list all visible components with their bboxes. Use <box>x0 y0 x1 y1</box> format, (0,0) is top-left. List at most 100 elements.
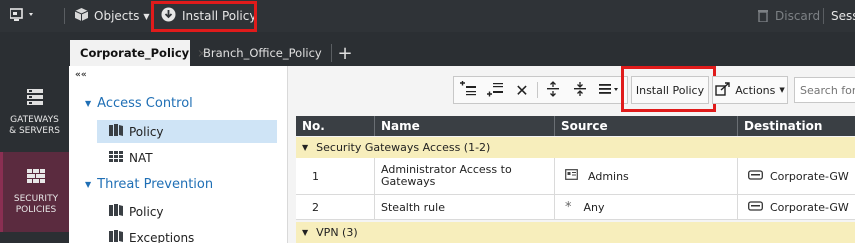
double-chevron-left-icon: «« <box>75 70 87 80</box>
nat-grid-icon <box>109 150 123 166</box>
nav-gateways-servers[interactable]: GATEWAYS & SERVERS <box>0 86 69 142</box>
gateway-icon <box>748 200 763 214</box>
policy-book-icon <box>109 204 123 220</box>
discard-button[interactable]: Discard <box>757 0 820 32</box>
discard-label: Discard <box>775 9 821 23</box>
tree-item-nat[interactable]: NAT <box>109 148 153 168</box>
rule-name-line: Stealth rule <box>381 200 445 214</box>
rule-destination[interactable]: Corporate-GW <box>738 195 855 220</box>
firewall-brick-icon <box>26 168 46 188</box>
tree-label: NAT <box>129 151 153 165</box>
policy-book-icon <box>109 230 123 243</box>
section-row[interactable]: ▼ Security Gateways Access (1-2) <box>296 137 855 158</box>
add-rule-above-icon <box>459 80 477 100</box>
add-tab-button[interactable]: + <box>331 40 359 66</box>
tree-label: Access Control <box>97 95 193 111</box>
tree-label: Exceptions <box>129 231 195 243</box>
admin-card-icon <box>565 169 578 183</box>
policy-tab-bar: Corporate_Policy × Branch_Office_Policy … <box>0 32 855 66</box>
objects-label: Objects <box>94 9 140 23</box>
collapse-sections-button[interactable] <box>567 77 593 103</box>
nav-label: SECURITY POLICIES <box>13 194 59 215</box>
session-label: Sess <box>831 9 855 23</box>
header-label: Destination <box>744 119 823 133</box>
any-asterisk-icon: * <box>565 199 572 215</box>
tree-threat-prevention[interactable]: ▼ Threat Prevention <box>85 174 213 194</box>
rule-name[interactable]: Stealth rule <box>375 195 555 220</box>
app-menu-icon <box>9 7 36 25</box>
server-icon <box>26 88 44 110</box>
delete-rule-button[interactable]: ✕ <box>509 77 535 103</box>
plus-icon: + <box>337 42 353 64</box>
header-label: Source <box>561 119 608 133</box>
tab-corporate-policy[interactable]: Corporate_Policy × <box>70 40 207 66</box>
add-rule-above-button[interactable] <box>455 77 481 103</box>
destination-label: Corporate-GW <box>770 200 849 214</box>
collapse-panel-button[interactable]: «« <box>75 70 87 80</box>
add-rule-below-icon <box>486 81 504 100</box>
chevron-down-icon: ▼ <box>779 86 785 94</box>
caret-down-icon: ▼ <box>302 143 309 152</box>
section-label: Security Gateways Access (1-2) <box>316 141 491 154</box>
source-label: Any <box>583 200 605 214</box>
actions-menu-button[interactable]: Actions ▼ <box>713 77 787 103</box>
policy-book-icon <box>109 123 123 140</box>
top-toolbar: Objects ▼ Install Policy Discard Sess <box>0 0 855 32</box>
nav-security-policies[interactable]: SECURITY POLICIES <box>0 152 69 232</box>
rule-source[interactable]: Admins <box>555 158 738 195</box>
caret-down-icon: ▼ <box>302 228 309 237</box>
toolbar-divider <box>537 82 538 98</box>
cube-icon <box>74 7 89 25</box>
tree-item-exceptions[interactable]: Exceptions <box>109 228 194 243</box>
destination-label: Corporate-GW <box>770 169 849 183</box>
delete-x-icon: ✕ <box>515 80 529 100</box>
chevron-down-icon: ▼ <box>143 11 150 21</box>
expand-sections-button[interactable] <box>540 77 566 103</box>
tree-item-policy[interactable]: Policy <box>97 120 277 143</box>
highlight-box <box>621 66 716 112</box>
policy-tree: «« ▼ Access Control Policy NAT ▼ Threat … <box>69 66 287 243</box>
toolbar-divider <box>64 8 65 24</box>
rule-source[interactable]: * Any <box>555 195 738 220</box>
highlight-box <box>151 1 257 32</box>
objects-menu[interactable]: Objects ▼ <box>74 0 150 32</box>
nav-label: GATEWAYS & SERVERS <box>9 115 60 136</box>
export-arrow-icon <box>715 81 731 99</box>
column-header-source[interactable]: Source <box>555 116 738 136</box>
rule-name[interactable]: Administrator Access to Gateways <box>375 158 555 195</box>
expand-icon <box>545 80 561 100</box>
column-header-destination[interactable]: Destination <box>738 116 855 136</box>
tab-label: Corporate_Policy <box>80 46 190 60</box>
hamburger-icon <box>599 82 621 99</box>
tree-label: Threat Prevention <box>97 176 214 192</box>
rule-destination[interactable]: Corporate-GW <box>738 158 855 195</box>
tree-access-control[interactable]: ▼ Access Control <box>85 93 193 113</box>
actions-label: Actions <box>735 83 776 97</box>
toolbar-divider <box>823 8 824 24</box>
gateway-icon <box>748 169 763 183</box>
section-row[interactable]: ▼ VPN (3) <box>296 222 855 243</box>
collapse-icon <box>572 81 588 100</box>
tree-label: Policy <box>129 205 164 219</box>
caret-down-icon: ▼ <box>85 179 92 189</box>
search-input[interactable] <box>794 77 855 103</box>
tree-label: Policy <box>129 124 164 139</box>
header-label: No. <box>302 119 325 133</box>
add-rule-below-button[interactable] <box>482 77 508 103</box>
menu-button[interactable] <box>9 0 36 32</box>
source-label: Admins <box>588 169 629 183</box>
session-menu[interactable]: Sess <box>831 0 855 32</box>
trash-icon <box>757 8 769 25</box>
left-navigation: GATEWAYS & SERVERS SECURITY POLICIES <box>0 66 69 243</box>
caret-down-icon: ▼ <box>85 98 92 108</box>
tree-item-tp-policy[interactable]: Policy <box>109 202 164 222</box>
rule-number[interactable]: 2 <box>296 195 375 220</box>
header-label: Name <box>381 119 420 133</box>
tab-branch-office-policy[interactable]: Branch_Office_Policy <box>193 40 323 66</box>
rule-number[interactable]: 1 <box>296 158 375 195</box>
rule-name-line: Gateways <box>381 175 436 188</box>
column-header-name[interactable]: Name <box>375 116 555 136</box>
tab-label: Branch_Office_Policy <box>203 46 322 60</box>
column-header-no[interactable]: No. <box>296 116 375 136</box>
section-label: VPN (3) <box>316 226 358 239</box>
